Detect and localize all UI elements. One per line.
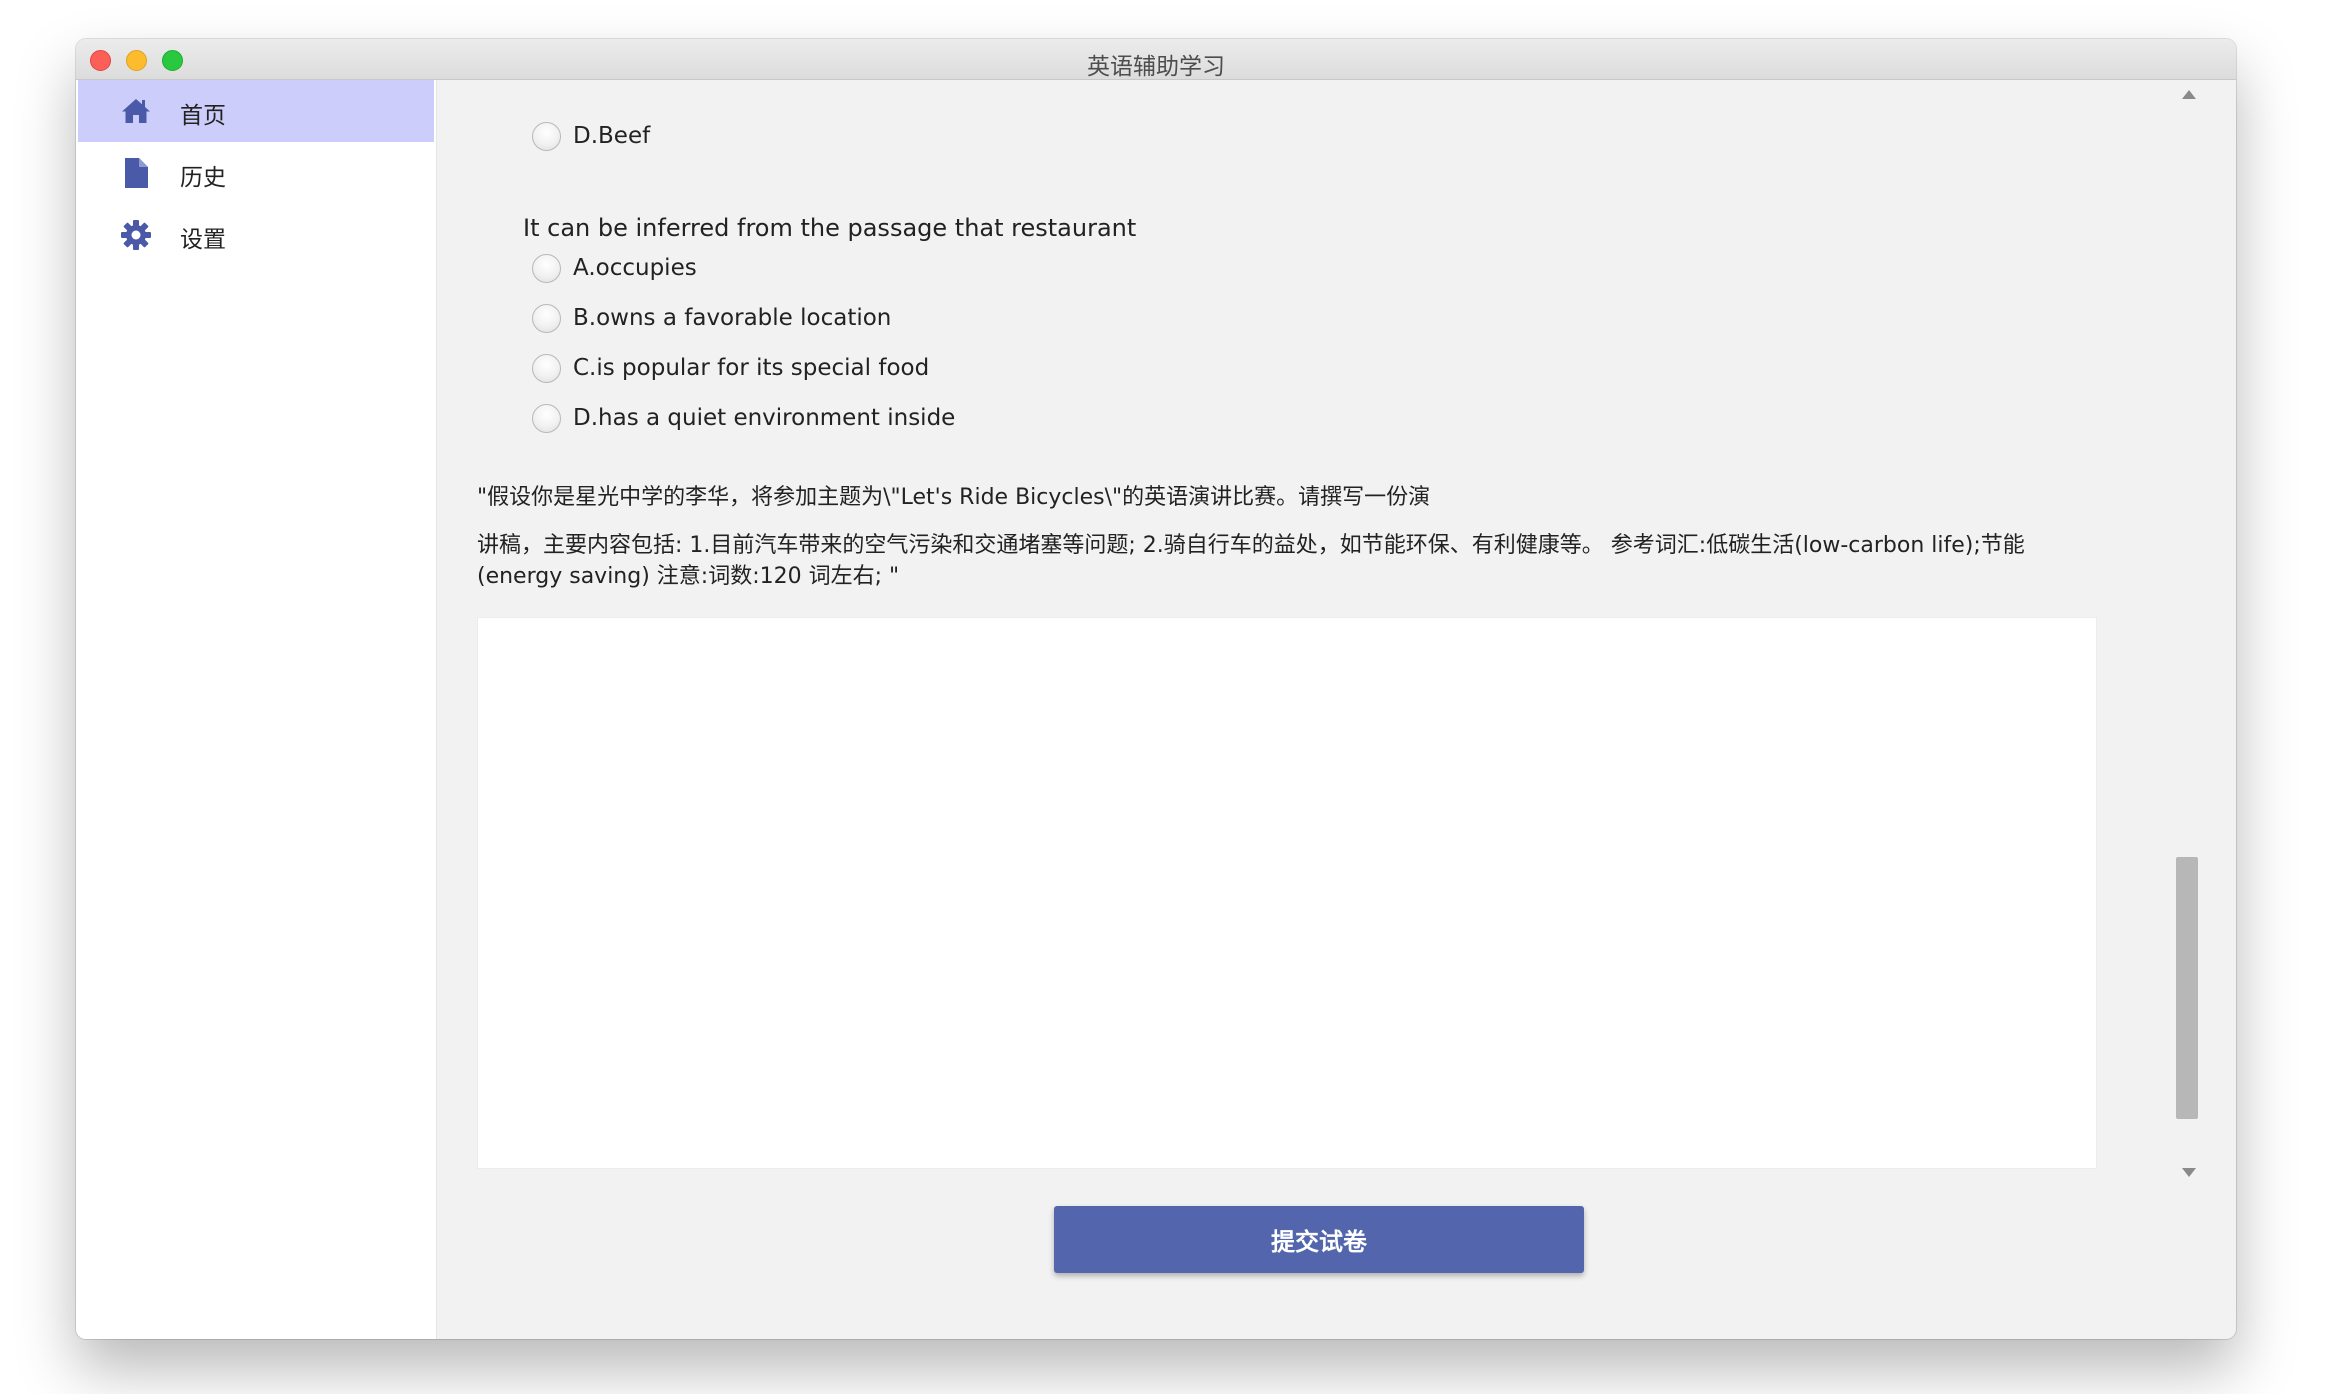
scroll-up-arrow[interactable]: [2182, 90, 2196, 99]
sidebar-item-history[interactable]: 历史: [78, 142, 434, 204]
radio-button[interactable]: [532, 122, 561, 151]
option-label: C.is popular for its special food: [573, 355, 930, 381]
main-content: D.Beef It can be inferred from the passa…: [437, 80, 2236, 1339]
radio-button[interactable]: [532, 254, 561, 283]
title-bar: 英语辅助学习: [76, 39, 2236, 80]
sidebar-item-label: 首页: [180, 103, 226, 129]
essay-answer-field[interactable]: [477, 617, 2097, 1169]
option-label: A.occupies: [573, 255, 697, 281]
app-window: 英语辅助学习 首页 历史 设置 D.Beef It can be inferre…: [76, 39, 2236, 1339]
option-label: B.owns a favorable location: [573, 305, 892, 331]
question-text: It can be inferred from the passage that…: [523, 214, 1137, 242]
scroll-thumb[interactable]: [2176, 857, 2198, 1119]
scroll-down-arrow[interactable]: [2182, 1168, 2196, 1177]
window-title: 英语辅助学习: [1087, 54, 1225, 80]
radio-button[interactable]: [532, 404, 561, 433]
gear-icon: [121, 220, 151, 250]
home-icon: [122, 99, 150, 123]
writing-prompt-line2: 讲稿，主要内容包括: 1.目前汽车带来的空气污染和交通堵塞等问题; 2.骑自行车…: [477, 533, 2025, 589]
sidebar-item-label: 历史: [180, 165, 226, 191]
writing-prompt-line1: "假设你是星光中学的李华，将参加主题为\"Let's Ride Bicycles…: [477, 485, 1431, 510]
sidebar: 首页 历史 设置: [76, 80, 437, 1339]
radio-button[interactable]: [532, 354, 561, 383]
sidebar-item-home[interactable]: 首页: [78, 80, 434, 142]
option-label: D.has a quiet environment inside: [573, 405, 956, 431]
sidebar-item-label: 设置: [180, 227, 226, 253]
sidebar-item-settings[interactable]: 设置: [78, 204, 434, 266]
radio-button[interactable]: [532, 304, 561, 333]
submit-exam-button[interactable]: 提交试卷: [1054, 1206, 1584, 1273]
document-icon: [125, 158, 148, 188]
vertical-scrollbar[interactable]: [2175, 80, 2201, 1190]
option-label: D.Beef: [573, 123, 651, 149]
